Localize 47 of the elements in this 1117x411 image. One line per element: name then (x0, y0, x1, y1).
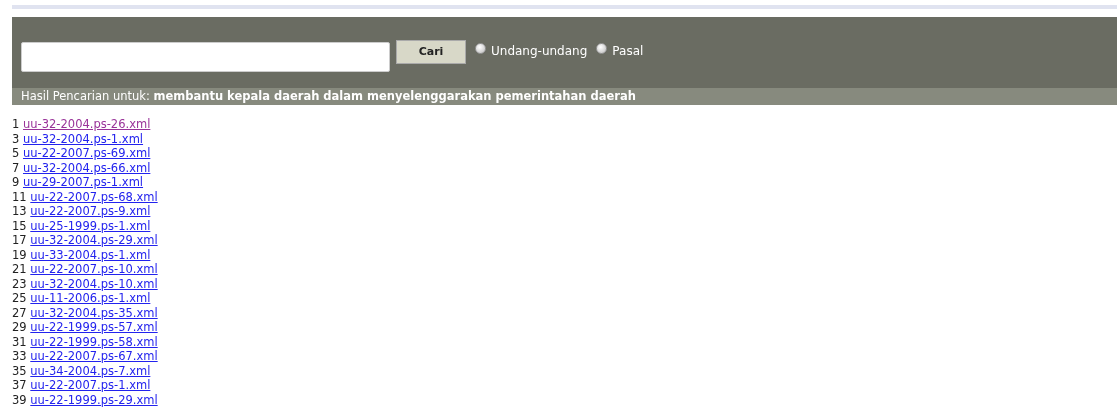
result-number: 27 (12, 305, 27, 320)
result-number: 35 (12, 363, 27, 378)
result-number: 17 (12, 233, 27, 247)
result-link[interactable]: uu-22-2007.ps-10.xml (30, 262, 158, 276)
result-link[interactable]: uu-32-2004.ps-26.xml (23, 117, 151, 131)
result-link[interactable]: uu-22-2007.ps-69.xml (23, 146, 151, 160)
result-link[interactable]: uu-32-2004.ps-1.xml (23, 131, 144, 146)
search-field[interactable] (21, 42, 390, 72)
result-number: 5 (12, 146, 20, 160)
radio-label[interactable]: Undang-undang (491, 42, 588, 60)
result-number: 37 (12, 378, 27, 392)
result-number: 25 (12, 291, 27, 305)
result-link[interactable]: uu-32-2004.ps-10.xml (30, 276, 158, 291)
result-link[interactable]: uu-22-2007.ps-68.xml (30, 189, 158, 204)
result-number: 21 (12, 262, 27, 276)
result-link[interactable]: uu-25-1999.ps-1.xml (30, 218, 151, 233)
result-number: 15 (12, 218, 27, 233)
result-link[interactable]: uu-22-2007.ps-1.xml (30, 378, 151, 392)
result-link[interactable]: uu-33-2004.ps-1.xml (30, 247, 151, 262)
result-link[interactable]: uu-22-1999.ps-29.xml (30, 392, 158, 407)
result-number: 29 (12, 320, 27, 334)
result-number: 1 (12, 117, 20, 131)
result-number: 13 (12, 204, 27, 218)
result-number: 3 (12, 131, 20, 146)
result-number: 19 (12, 247, 27, 262)
result-number: 9 (12, 175, 20, 189)
result-link[interactable]: uu-22-1999.ps-58.xml (30, 334, 158, 349)
result-header: Hasil Pencarian untuk: membantu kepala daerah dalam menyelenggarakan pemerintahan daerah (12, 88, 1117, 105)
radio-button[interactable] (596, 43, 608, 54)
result-link[interactable]: uu-29-2007.ps-1.xml (23, 175, 144, 189)
result-link[interactable]: uu-22-2007.ps-67.xml (30, 349, 158, 363)
result-link[interactable]: uu-32-2004.ps-35.xml (30, 305, 158, 320)
result-link[interactable]: uu-11-2006.ps-1.xml (30, 291, 151, 305)
result-number: 23 (12, 276, 27, 291)
result-number: 7 (12, 160, 20, 175)
search-button[interactable]: Cari (396, 40, 466, 64)
result-link[interactable]: uu-22-2007.ps-9.xml (30, 204, 151, 218)
result-link[interactable]: uu-34-2004.ps-7.xml (30, 363, 151, 378)
result-number: 39 (12, 392, 27, 407)
result-link[interactable]: uu-22-1999.ps-57.xml (30, 320, 158, 334)
result-link[interactable]: uu-32-2004.ps-29.xml (30, 233, 158, 247)
result-link[interactable]: uu-32-2004.ps-66.xml (23, 160, 151, 175)
radio-button[interactable] (475, 43, 486, 54)
result-number: 31 (12, 334, 27, 349)
result-number: 11 (12, 189, 27, 204)
radio-label[interactable]: Pasal (612, 42, 644, 60)
result-number: 33 (12, 349, 27, 363)
